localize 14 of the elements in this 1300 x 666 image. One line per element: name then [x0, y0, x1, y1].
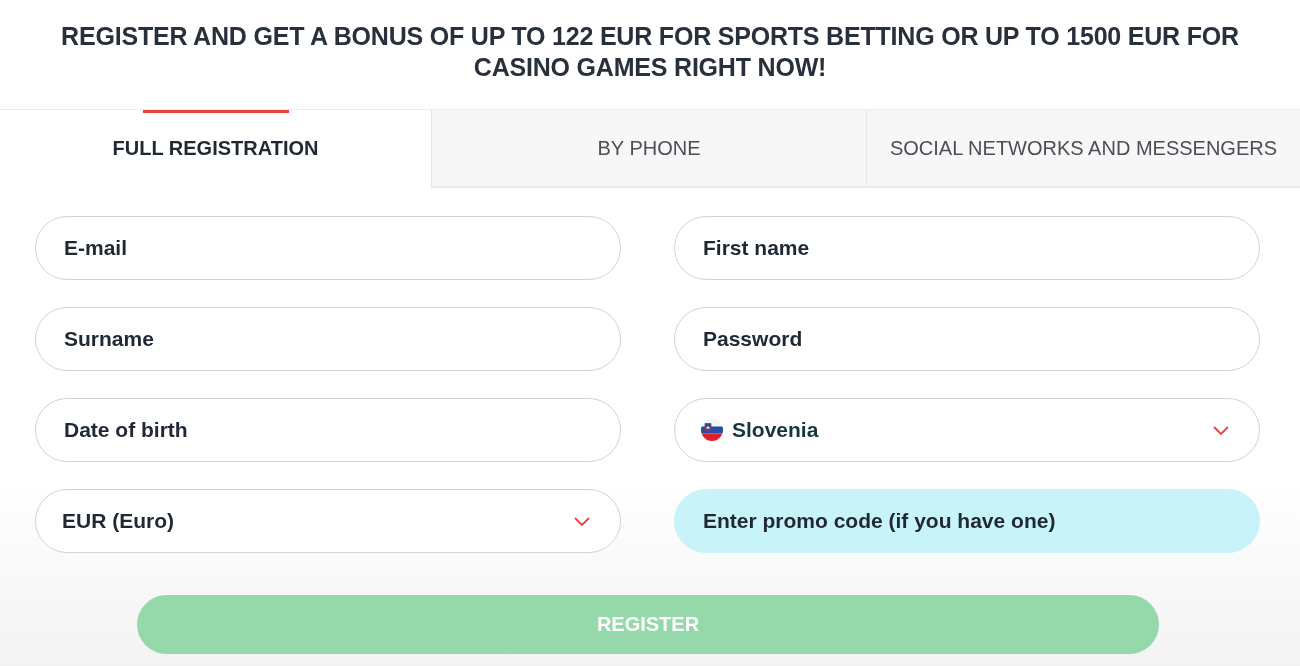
- chevron-down-icon: [1213, 425, 1229, 435]
- input-field[interactable]: E-mail: [35, 216, 621, 280]
- flag-icon: [701, 419, 723, 441]
- input-field[interactable]: Date of birth: [35, 398, 621, 462]
- headline: REGISTER AND GET A BONUS OF UP TO 122 EUR FOR SPORTS BETTING OR UP TO 1500 EUR FOR CASINO GAMES RIGHT NOW!: [60, 20, 1240, 83]
- input-field[interactable]: First name: [674, 216, 1260, 280]
- input-field[interactable]: Surname: [35, 307, 621, 371]
- tab[interactable]: BY PHONE: [431, 110, 866, 188]
- input-field[interactable]: Password: [674, 307, 1260, 371]
- promo-code-field[interactable]: Enter promo code (if you have one): [674, 489, 1260, 553]
- country-select[interactable]: Slovenia: [674, 398, 1260, 462]
- tab[interactable]: SOCIAL NETWORKS AND MESSENGERS: [866, 110, 1300, 188]
- currency-select[interactable]: EUR (Euro): [35, 489, 621, 553]
- chevron-down-icon: [574, 516, 590, 526]
